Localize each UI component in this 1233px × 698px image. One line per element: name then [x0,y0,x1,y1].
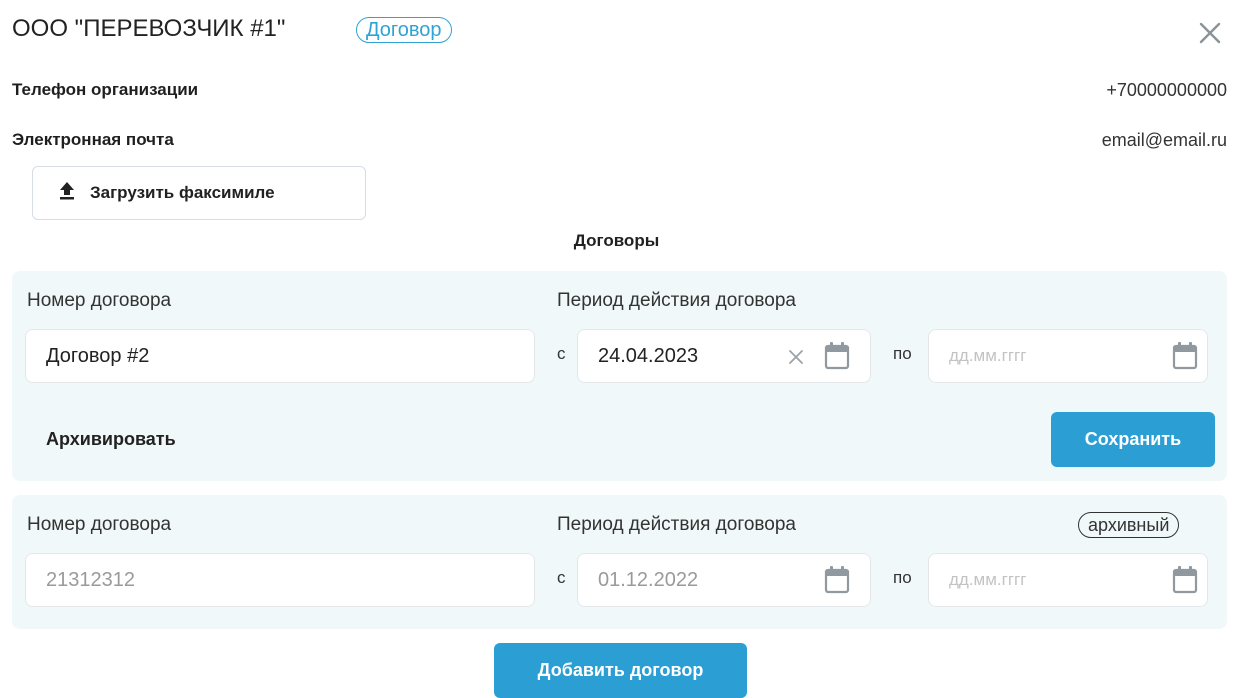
upload-icon [58,181,76,206]
phone-value: +70000000000 [1106,80,1227,100]
archived-status-badge: архивный [1078,512,1180,538]
calendar-icon[interactable] [824,566,850,594]
contract-number-input[interactable]: 21312312 [25,553,535,607]
date-to-input[interactable]: дд.мм.гггг [928,553,1208,607]
date-to-prefix: по [893,344,912,363]
date-from-prefix: с [557,344,566,363]
upload-facsimile-label: Загрузить факсимиле [90,183,275,202]
calendar-icon[interactable] [1172,566,1198,594]
type-badge: Договор [356,17,452,43]
contract-number-input[interactable]: Договор #2 [25,329,535,383]
save-button[interactable]: Сохранить [1051,412,1215,467]
upload-facsimile-button[interactable]: Загрузить факсимиле [32,166,366,220]
date-from-input[interactable]: 24.04.2023 [577,329,871,383]
contracts-section-title: Договоры [573,231,660,250]
clear-icon[interactable] [787,348,805,366]
date-from-value: 01.12.2022 [598,568,699,591]
contract-period-label: Период действия договора [557,514,796,535]
phone-label: Телефон организации [12,80,199,99]
date-to-placeholder: дд.мм.гггг [949,570,1027,589]
date-from-value: 24.04.2023 [598,344,699,367]
date-to-placeholder: дд.мм.гггг [949,346,1027,365]
date-from-input[interactable]: 01.12.2022 [577,553,871,607]
archive-button[interactable]: Архивировать [46,429,176,450]
contract-number-value: Договор #2 [46,344,150,367]
close-icon[interactable] [1197,20,1223,46]
email-value: email@email.ru [1101,130,1227,150]
add-contract-button[interactable]: Добавить договор [494,643,747,698]
page-title: ООО "ПЕРЕВОЗЧИК #1" [12,15,286,42]
contract-number-value: 21312312 [46,568,135,591]
date-to-prefix: по [893,568,912,587]
calendar-icon[interactable] [824,342,850,370]
contract-number-label: Номер договора [27,290,172,311]
calendar-icon[interactable] [1172,342,1198,370]
date-from-prefix: с [557,568,566,587]
date-to-input[interactable]: дд.мм.гггг [928,329,1208,383]
contract-number-label: Номер договора [27,514,172,535]
contract-period-label: Период действия договора [557,290,796,311]
email-label: Электронная почта [12,130,174,149]
